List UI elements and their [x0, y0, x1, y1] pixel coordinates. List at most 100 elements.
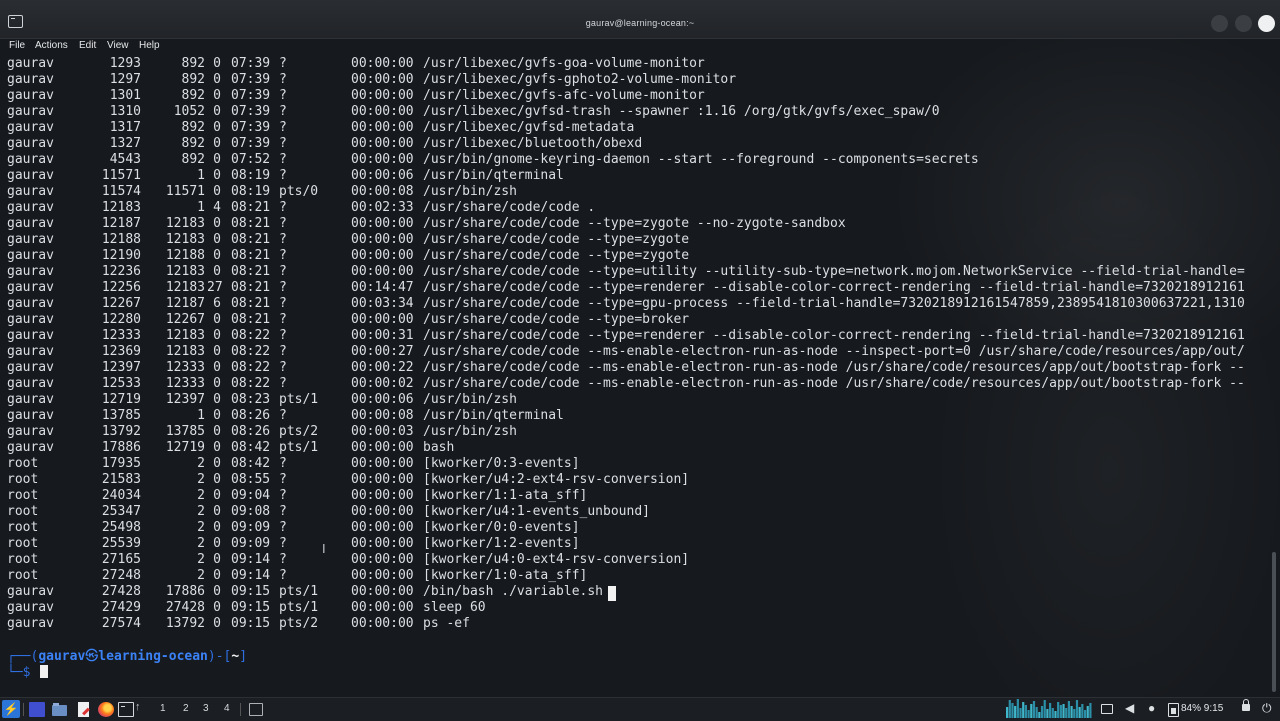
ps-stime: 08:21 [231, 312, 271, 327]
taskbar-separator [240, 703, 241, 716]
show-desktop-icon[interactable] [29, 702, 45, 717]
ps-time: 00:00:00 [351, 568, 414, 583]
ps-ppid: 12187 [165, 296, 205, 311]
ps-uid: gaurav [7, 184, 54, 199]
ps-ppid: 2 [197, 568, 205, 583]
ps-uid: gaurav [7, 296, 54, 311]
ps-uid: gaurav [7, 344, 54, 359]
ps-stime: 08:19 [231, 168, 271, 183]
minimize-button[interactable] [1211, 15, 1228, 32]
ps-ppid: 1 [197, 408, 205, 423]
ps-tty: ? [279, 296, 287, 311]
close-button[interactable] [1258, 15, 1275, 32]
ps-cpu: 0 [213, 360, 221, 375]
menu-actions[interactable]: Actions [35, 40, 68, 51]
ps-tty: pts/1 [279, 392, 319, 407]
ps-tty: ? [279, 328, 287, 343]
ps-tty: ? [279, 456, 287, 471]
ps-command: [kworker/1:0-ata_sff] [423, 568, 588, 583]
ps-cpu: 0 [213, 552, 221, 567]
ps-cpu: 0 [213, 392, 221, 407]
ps-stime: 08:21 [231, 280, 271, 295]
ps-pid: 25539 [101, 536, 141, 551]
ps-time: 00:00:27 [351, 344, 414, 359]
workspace-2[interactable]: 2 [183, 703, 189, 714]
ps-cpu: 0 [213, 408, 221, 423]
ps-tty: ? [279, 264, 287, 279]
menu-edit[interactable]: Edit [79, 40, 96, 51]
text-editor-icon[interactable] [76, 702, 92, 717]
ps-command: ps -ef [423, 616, 470, 631]
ps-time: 00:00:22 [351, 360, 414, 375]
ps-time: 00:00:00 [351, 552, 414, 567]
ps-time: 00:00:00 [351, 136, 414, 151]
ps-stime: 07:39 [231, 56, 271, 71]
ps-ppid: 13792 [165, 616, 205, 631]
ps-ppid: 1 [197, 200, 205, 215]
maximize-button[interactable] [1235, 15, 1252, 32]
cpu-sample-bar [1070, 706, 1073, 718]
title-bar[interactable]: gaurav@learning-ocean:~ [0, 0, 1280, 39]
battery-icon[interactable] [1168, 703, 1179, 717]
menu-file[interactable]: File [9, 40, 25, 51]
ps-time: 00:00:00 [351, 616, 414, 631]
firefox-icon[interactable] [98, 702, 114, 717]
chevron-up-icon[interactable]: ↑ [135, 701, 141, 713]
ps-pid: 1327 [109, 136, 141, 151]
ps-tty: ? [279, 232, 287, 247]
ps-command: /usr/libexec/gvfs-afc-volume-monitor [423, 88, 705, 103]
cpu-sample-bar [1078, 707, 1081, 718]
cpu-sample-bar [1089, 703, 1092, 718]
workspace-3[interactable]: 3 [203, 703, 209, 714]
battery-clock-text[interactable]: 84% 9:15 [1181, 703, 1223, 714]
terminal-output[interactable]: gaurav 1293 892 0 07:39? 00:00:00/usr/libexec… [7, 56, 1269, 692]
prompt-line: ┌──(gaurav㉿learning-ocean)-[~] [7, 649, 247, 665]
cpu-usage-graph[interactable] [1006, 698, 1092, 718]
prompt-host: learning-ocean [98, 649, 208, 664]
ps-ppid: 892 [181, 120, 205, 135]
menu-help[interactable]: Help [139, 40, 160, 51]
ps-uid: gaurav [7, 120, 54, 135]
menu-view[interactable]: View [107, 40, 129, 51]
kali-menu-icon[interactable]: ⚡ [2, 700, 20, 718]
file-manager-icon[interactable] [52, 702, 68, 717]
ps-cpu: 0 [213, 120, 221, 135]
ps-stime: 08:21 [231, 248, 271, 263]
prompt-input-line[interactable]: └─$ [7, 665, 49, 681]
ps-ppid: 12183 [165, 328, 205, 343]
ps-stime: 07:39 [231, 104, 271, 119]
ps-time: 00:00:00 [351, 584, 414, 599]
ibeam-mouse-cursor: I [322, 541, 326, 556]
cpu-sample-bar [1051, 708, 1054, 718]
ps-cpu: 0 [213, 536, 221, 551]
terminal-launcher-icon[interactable] [118, 702, 134, 717]
lock-screen-icon[interactable] [1242, 699, 1250, 711]
logout-icon[interactable]: ⏻ [1262, 701, 1272, 716]
ps-pid: 12256 [101, 280, 141, 295]
ps-cpu: 0 [213, 184, 221, 199]
prompt-at-symbol: ㉿ [85, 649, 99, 664]
notification-bell-icon[interactable]: ● [1148, 701, 1155, 715]
ps-stime: 08:21 [231, 200, 271, 215]
ps-pid: 17935 [101, 456, 141, 471]
ps-command: [kworker/0:0-events] [423, 520, 580, 535]
ps-tty: pts/1 [279, 584, 319, 599]
ps-tty: ? [279, 216, 287, 231]
ps-uid: root [7, 536, 39, 551]
ps-cpu: 27 [207, 280, 223, 295]
cpu-sample-bar [1040, 706, 1044, 718]
cpu-sample-bar [1075, 700, 1079, 718]
terminal-task-icon[interactable] [249, 703, 263, 716]
ps-stime: 07:39 [231, 72, 271, 87]
network-icon[interactable] [1101, 704, 1113, 714]
workspace-4[interactable]: 4 [224, 703, 230, 714]
ps-command: /usr/share/code/code --type=zygote [423, 248, 690, 263]
cpu-sample-bar [1057, 702, 1060, 718]
workspace-1[interactable]: 1 [160, 703, 166, 714]
ps-stime: 08:19 [231, 184, 271, 199]
ps-time: 00:00:00 [351, 520, 414, 535]
prompt-user: gaurav [38, 649, 86, 664]
text-cursor [608, 586, 616, 601]
scrollbar-thumb[interactable] [1272, 552, 1276, 692]
volume-icon[interactable]: ◀ [1125, 701, 1134, 715]
